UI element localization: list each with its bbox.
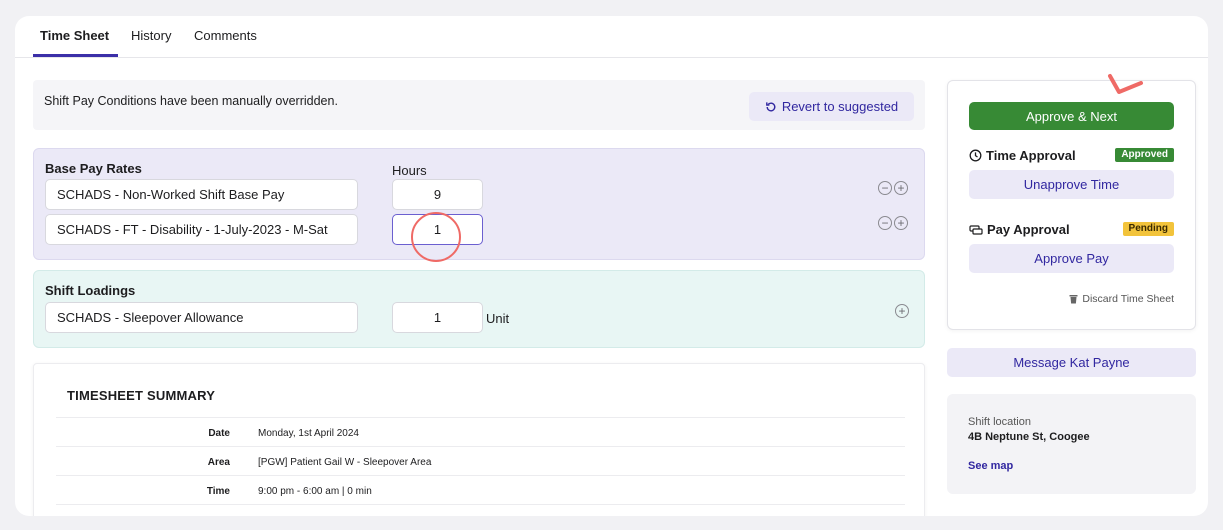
override-notice: Shift Pay Conditions have been manually … — [33, 80, 925, 130]
shift-loadings-title: Shift Loadings — [45, 283, 136, 298]
shift-location-card: Shift location 4B Neptune St, Coogee See… — [947, 394, 1196, 494]
discard-label: Discard Time Sheet — [1082, 293, 1174, 305]
override-notice-text: Shift Pay Conditions have been manually … — [44, 94, 338, 108]
summary-row: Date Monday, 1st April 2024 — [56, 417, 905, 446]
add-row-icon[interactable]: + — [895, 304, 909, 318]
money-icon — [969, 224, 983, 235]
timesheet-window: Time Sheet History Comments Shift Pay Co… — [15, 16, 1208, 516]
refresh-icon — [765, 101, 776, 111]
message-staff-button[interactable]: Message Kat Payne — [947, 348, 1196, 377]
discard-time-sheet-button[interactable]: Discard Time Sheet — [1069, 293, 1174, 305]
remove-row-icon[interactable]: − — [878, 181, 892, 195]
annotation-circle — [411, 212, 461, 262]
approval-card: Approve & Next Time Approval Approved Un… — [947, 80, 1196, 330]
tab-comments[interactable]: Comments — [194, 28, 257, 43]
add-row-icon[interactable]: + — [894, 216, 908, 230]
summary-value: [PGW] Patient Gail W - Sleepover Area — [258, 457, 432, 468]
base-pay-rates-title: Base Pay Rates — [45, 161, 142, 176]
tab-history[interactable]: History — [131, 28, 171, 43]
revert-label: Revert to suggested — [781, 99, 899, 114]
hours-field[interactable]: 9 — [392, 179, 483, 210]
row-controls: − + — [878, 216, 908, 230]
row-controls: − + — [878, 181, 908, 195]
annotation-check-icon — [1108, 74, 1143, 94]
trash-icon — [1069, 295, 1078, 304]
clock-icon — [969, 149, 982, 162]
status-badge: Approved — [1115, 148, 1174, 162]
shift-location-label: Shift location — [968, 416, 1031, 428]
pay-rate-name-field[interactable]: SCHADS - FT - Disability - 1-July-2023 -… — [45, 214, 358, 245]
summary-key: Area — [207, 457, 230, 468]
hours-column-label: Hours — [392, 163, 427, 178]
time-approval-label: Time Approval — [986, 148, 1076, 163]
tab-bar: Time Sheet History Comments — [15, 16, 1208, 58]
approve-and-next-button[interactable]: Approve & Next — [969, 102, 1174, 130]
summary-row: Time 9:00 pm - 6:00 am | 0 min — [56, 475, 905, 504]
active-tab-indicator — [33, 54, 118, 57]
summary-key: Date — [208, 428, 230, 439]
summary-row — [56, 504, 905, 516]
summary-title: TIMESHEET SUMMARY — [67, 388, 216, 403]
summary-key: Time — [206, 486, 230, 497]
summary-value: Monday, 1st April 2024 — [258, 428, 359, 439]
approve-pay-button[interactable]: Approve Pay — [969, 244, 1174, 273]
summary-row: Area [PGW] Patient Gail W - Sleepover Ar… — [56, 446, 905, 475]
loading-name-field[interactable]: SCHADS - Sleepover Allowance — [45, 302, 358, 333]
shift-location-address: 4B Neptune St, Coogee — [968, 431, 1090, 443]
base-pay-rates-section: Base Pay Rates Hours SCHADS - Non-Worked… — [33, 148, 925, 260]
unapprove-time-button[interactable]: Unapprove Time — [969, 170, 1174, 199]
timesheet-summary: TIMESHEET SUMMARY Date Monday, 1st April… — [33, 363, 925, 516]
unit-label: Unit — [486, 311, 510, 326]
status-badge: Pending — [1122, 222, 1174, 236]
pay-approval-heading: Pay Approval — [969, 222, 1070, 237]
pay-approval-label: Pay Approval — [987, 222, 1070, 237]
tab-time-sheet[interactable]: Time Sheet — [40, 28, 109, 43]
shift-loadings-section: Shift Loadings SCHADS - Sleepover Allowa… — [33, 270, 925, 348]
add-row-icon[interactable]: + — [894, 181, 908, 195]
remove-row-icon[interactable]: − — [878, 216, 892, 230]
pay-rate-name-field[interactable]: SCHADS - Non-Worked Shift Base Pay — [45, 179, 358, 210]
time-approval-heading: Time Approval — [969, 148, 1076, 163]
row-controls: + — [895, 304, 909, 318]
revert-to-suggested-button[interactable]: Revert to suggested — [749, 92, 914, 121]
see-map-link[interactable]: See map — [968, 460, 1013, 472]
loading-quantity-field[interactable]: 1 — [392, 302, 483, 333]
summary-value: 9:00 pm - 6:00 am | 0 min — [258, 486, 372, 497]
